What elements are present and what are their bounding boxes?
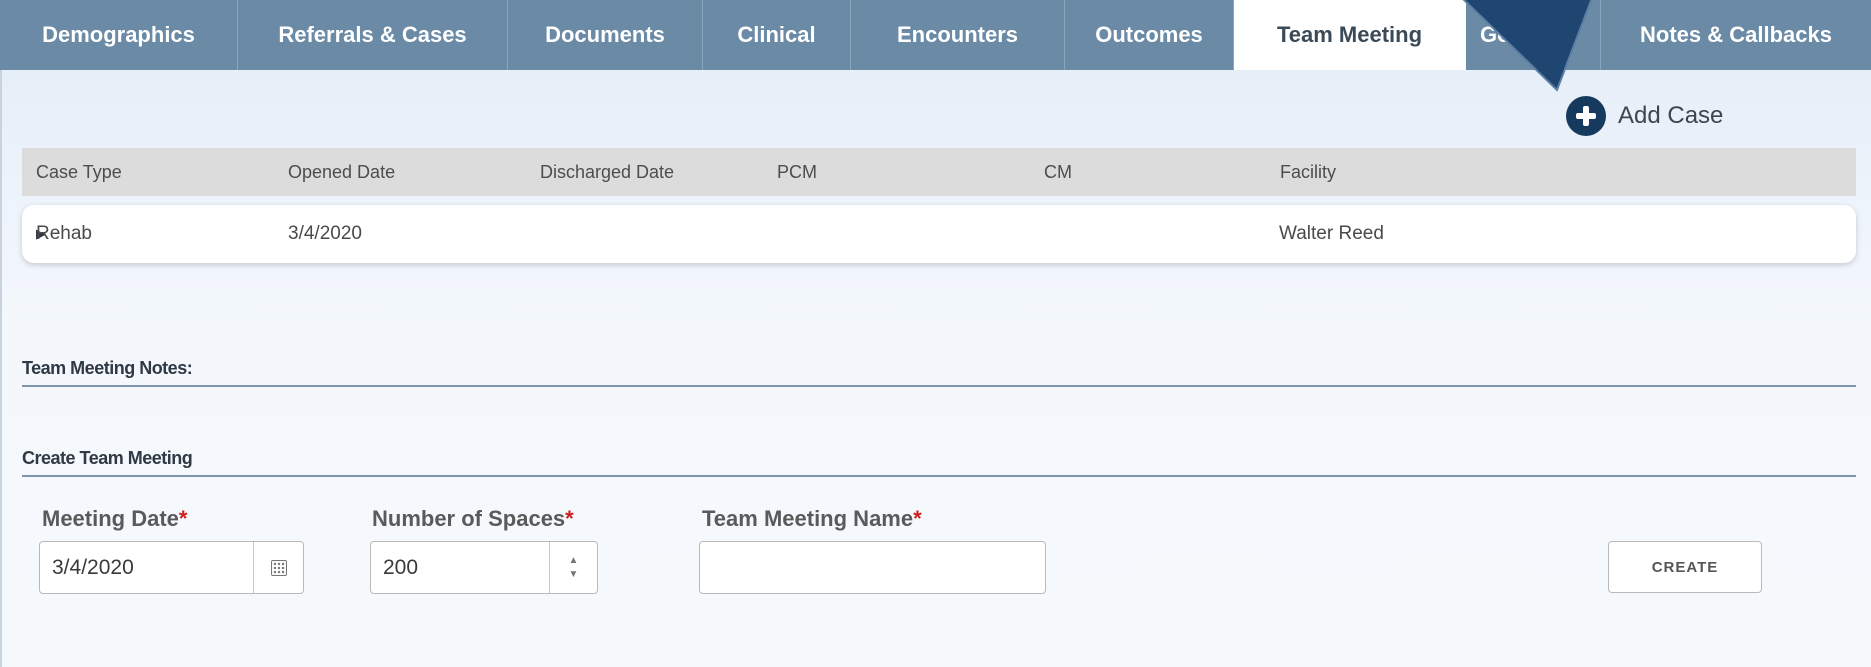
team-meeting-name-label: Team Meeting Name* — [702, 506, 922, 532]
required-asterisk: * — [565, 506, 574, 531]
add-case-label: Add Case — [1618, 102, 1724, 129]
column-header-facility[interactable]: Facility — [1280, 148, 1336, 196]
add-case-button[interactable]: Add Case — [1566, 96, 1723, 136]
table-row[interactable]: ▶ Rehab 3/4/2020 Walter Reed — [22, 205, 1856, 263]
spinner-buttons[interactable]: ▲ ▼ — [549, 542, 597, 593]
team-meeting-name-input[interactable] — [699, 541, 1046, 594]
facility-cell: Walter Reed — [1279, 223, 1384, 244]
meeting-date-label: Meeting Date* — [42, 506, 187, 532]
meeting-date-value[interactable]: 3/4/2020 — [40, 556, 253, 580]
number-of-spaces-label: Number of Spaces* — [372, 506, 574, 532]
case-type-value: Rehab — [36, 223, 92, 244]
tab-demographics[interactable]: Demographics — [0, 0, 238, 70]
column-header-opened-date[interactable]: Opened Date — [288, 148, 395, 196]
required-asterisk: * — [178, 506, 188, 531]
increment-arrow-icon[interactable]: ▲ — [569, 554, 579, 568]
tab-documents[interactable]: Documents — [508, 0, 703, 70]
column-header-cm[interactable]: CM — [1044, 148, 1072, 196]
cases-table-header: Case Type Opened Date Discharged Date PC… — [22, 148, 1856, 196]
number-of-spaces-stepper[interactable]: 200 ▲ ▼ — [370, 541, 598, 594]
tab-referrals-cases[interactable]: Referrals & Cases — [238, 0, 508, 70]
tab-clinical[interactable]: Clinical — [703, 0, 851, 70]
calendar-button[interactable] — [253, 542, 303, 593]
meeting-date-input[interactable]: 3/4/2020 — [39, 541, 304, 594]
column-header-case-type[interactable]: Case Type — [36, 148, 122, 196]
create-team-meeting-heading: Create Team Meeting — [22, 448, 1856, 477]
tab-outcomes[interactable]: Outcomes — [1065, 0, 1234, 70]
team-meeting-name-label-text: Team Meeting Name — [702, 506, 914, 531]
column-header-discharged-date[interactable]: Discharged Date — [540, 148, 674, 196]
tab-notes-callbacks[interactable]: Notes & Callbacks — [1601, 0, 1871, 70]
required-asterisk: * — [913, 506, 922, 531]
decrement-arrow-icon[interactable]: ▼ — [569, 568, 579, 582]
plus-circle-icon — [1566, 96, 1606, 136]
meeting-date-label-text: Meeting Date — [42, 506, 179, 531]
number-of-spaces-value[interactable]: 200 — [371, 556, 549, 580]
number-of-spaces-label-text: Number of Spaces — [372, 506, 566, 531]
tab-goals[interactable]: Goa — [1466, 0, 1601, 70]
team-meeting-notes-heading: Team Meeting Notes: — [22, 358, 1856, 387]
column-header-pcm[interactable]: PCM — [777, 148, 817, 196]
opened-date-cell: 3/4/2020 — [288, 223, 362, 244]
create-button[interactable]: CREATE — [1608, 541, 1762, 593]
tab-bar: Demographics Referrals & Cases Documents… — [0, 0, 1871, 70]
tab-team-meeting[interactable]: Team Meeting — [1234, 0, 1466, 70]
tab-encounters[interactable]: Encounters — [851, 0, 1065, 70]
calendar-icon — [270, 559, 287, 576]
team-meeting-panel: Add Case Case Type Opened Date Discharge… — [0, 70, 1871, 667]
